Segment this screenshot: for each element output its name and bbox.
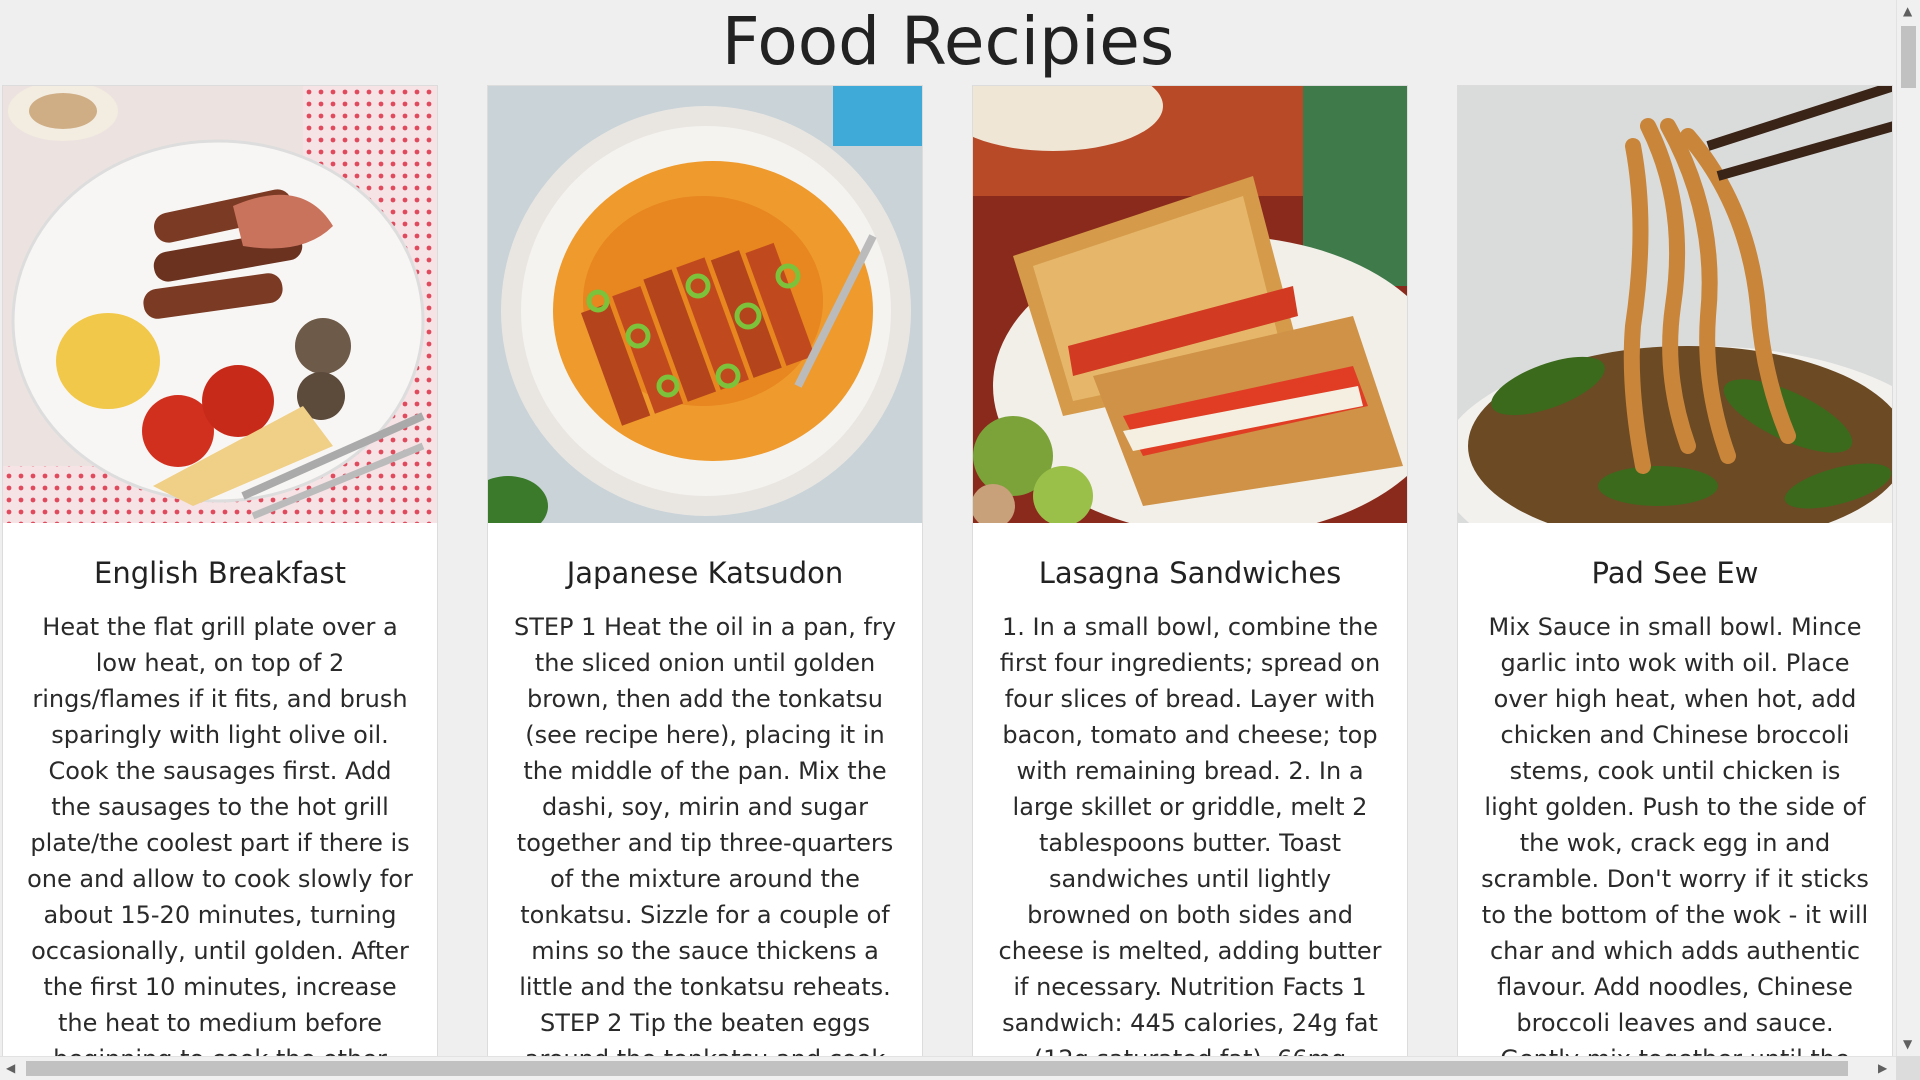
recipe-card-lasagna-sandwiches: Lasagna Sandwiches 1. In a small bowl, c… [972,85,1408,1056]
vertical-scrollbar-thumb[interactable] [1901,26,1916,88]
recipe-card-pad-see-ew: Pad See Ew Mix Sauce in small bowl. Minc… [1457,85,1893,1056]
recipe-instructions: 1. In a small bowl, combine the first fo… [998,613,1382,1056]
recipe-title: Japanese Katsudon [566,556,844,590]
recipe-image-japanese-katsudon [488,86,922,523]
page-viewport: Food Recipies English Breakfast Heat the… [0,0,1896,1056]
scrollbar-corner [1896,1056,1920,1080]
scroll-right-arrow-icon[interactable]: ▶ [1878,1062,1887,1074]
recipe-title: English Breakfast [94,556,346,590]
scroll-up-arrow-icon[interactable]: ▲ [1903,5,1912,17]
page-title: Food Recipies [721,3,1175,80]
scroll-left-arrow-icon[interactable]: ◀ [6,1062,15,1074]
recipe-card-english-breakfast: English Breakfast Heat the flat grill pl… [2,85,438,1056]
recipe-instructions: STEP 1 Heat the oil in a pan, fry the sl… [513,613,897,1056]
vertical-scrollbar[interactable]: ▲ ▼ [1896,0,1920,1056]
recipe-image-english-breakfast [3,86,437,523]
recipe-title: Lasagna Sandwiches [1038,556,1342,590]
recipe-instructions: Mix Sauce in small bowl. Mince garlic in… [1481,613,1869,1056]
recipe-image-lasagna-sandwiches [973,86,1407,523]
recipe-card-japanese-katsudon: Japanese Katsudon STEP 1 Heat the oil in… [487,85,923,1056]
recipe-image-pad-see-ew [1458,86,1892,523]
scroll-down-arrow-icon[interactable]: ▼ [1903,1038,1912,1050]
recipe-title: Pad See Ew [1591,556,1759,590]
horizontal-scrollbar[interactable]: ◀ ▶ [0,1056,1896,1080]
recipe-instructions: Heat the flat grill plate over a low hea… [27,613,413,1056]
horizontal-scrollbar-thumb[interactable] [26,1061,1848,1076]
